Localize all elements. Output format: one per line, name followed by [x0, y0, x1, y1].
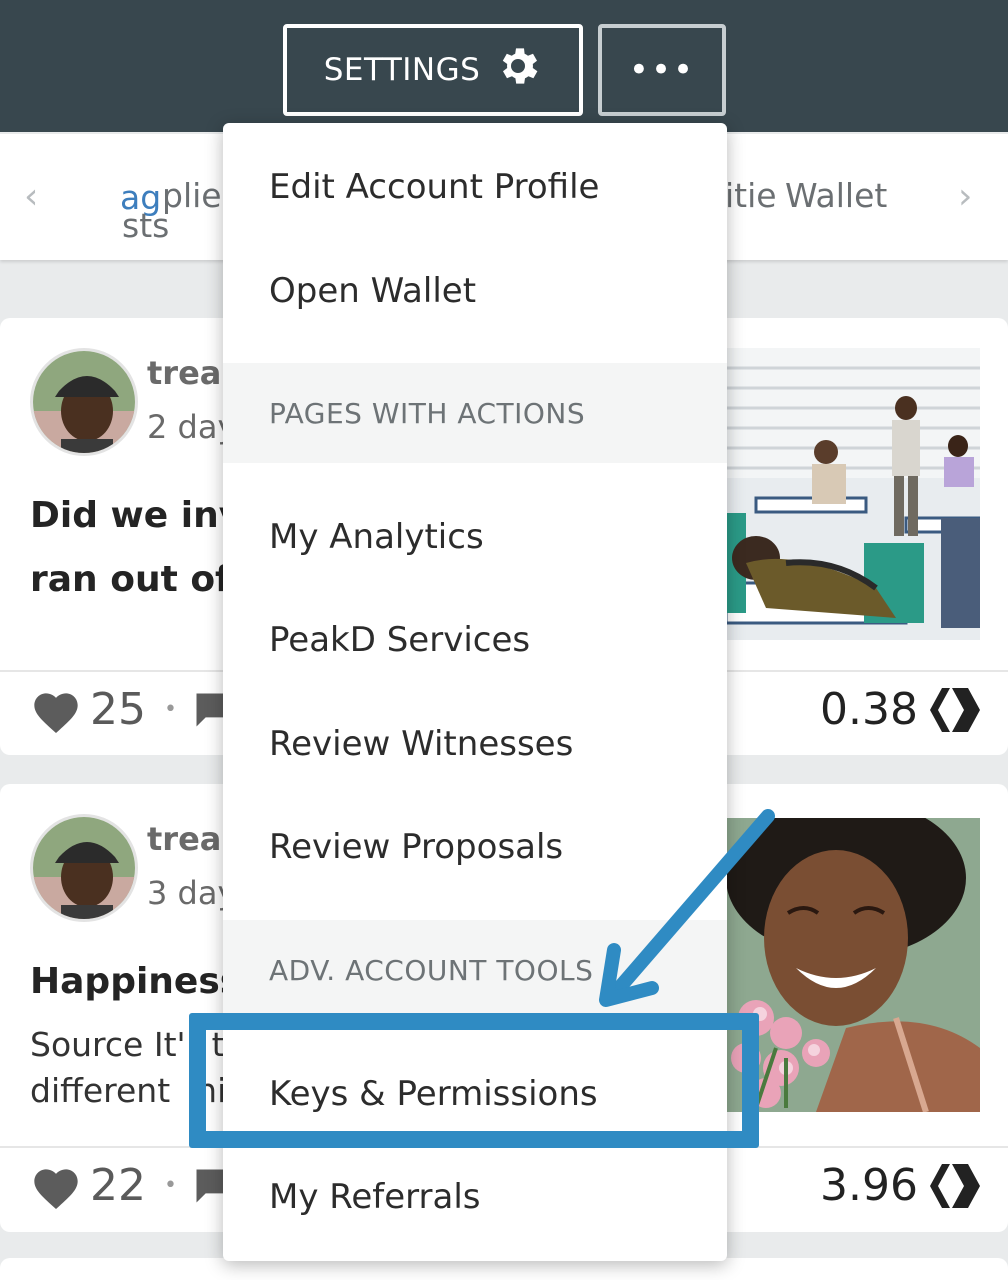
post-title-line: ran out of: [30, 559, 231, 600]
menu-item-peakd-services[interactable]: PeakD Services: [223, 590, 727, 690]
ellipsis-icon: •••: [628, 50, 696, 90]
menu-item-edit-account-profile[interactable]: Edit Account Profile: [223, 137, 727, 237]
separator-dot: •: [164, 697, 177, 722]
menu-item-open-wallet[interactable]: Open Wallet: [223, 241, 727, 341]
payout[interactable]: 0.38: [820, 684, 980, 735]
more-options-button[interactable]: •••: [598, 24, 726, 116]
tab-fragment[interactable]: itie: [725, 176, 777, 215]
post-thumbnail[interactable]: [726, 818, 980, 1112]
separator-dot: •: [164, 1173, 177, 1198]
top-bar: SETTINGS •••: [0, 0, 1008, 132]
vote-count: 22: [90, 1160, 146, 1211]
annotation-highlight-box: [189, 1013, 759, 1148]
heart-icon[interactable]: [30, 686, 82, 734]
settings-button[interactable]: SETTINGS: [283, 24, 583, 116]
avatar[interactable]: [30, 348, 138, 456]
settings-label: SETTINGS: [323, 52, 481, 88]
menu-item-my-analytics[interactable]: My Analytics: [223, 487, 727, 587]
tab-wallet[interactable]: Wallet: [785, 176, 887, 215]
chevron-right-icon[interactable]: ›: [958, 179, 972, 215]
tab-fragment[interactable]: sts: [122, 206, 169, 245]
vote-count: 25: [90, 684, 146, 735]
menu-item-review-proposals[interactable]: Review Proposals: [223, 797, 727, 897]
avatar[interactable]: [30, 814, 138, 922]
post-thumbnail[interactable]: [726, 348, 980, 640]
menu-item-review-witnesses[interactable]: Review Witnesses: [223, 694, 727, 794]
payout-value: 3.96: [820, 1160, 918, 1211]
tab-fragment[interactable]: plie: [162, 176, 222, 215]
heart-icon[interactable]: [30, 1162, 82, 1210]
section-header-adv-account-tools: ADV. ACCOUNT TOOLS: [223, 920, 727, 1020]
hive-logo-icon: [930, 1163, 980, 1208]
post-title[interactable]: Happiness: [30, 950, 241, 1014]
chevron-left-icon[interactable]: ‹: [24, 179, 38, 215]
section-header-pages-with-actions: PAGES WITH ACTIONS: [223, 363, 727, 463]
vote-summary[interactable]: 25 •: [30, 684, 235, 735]
post-card-next: [0, 1258, 1008, 1280]
gear-icon: [494, 42, 542, 98]
payout-value: 0.38: [820, 684, 918, 735]
menu-item-my-referrals[interactable]: My Referrals: [223, 1147, 727, 1247]
payout[interactable]: 3.96: [820, 1160, 980, 1211]
vote-summary[interactable]: 22 •: [30, 1160, 235, 1211]
post-title-line: Did we inv: [30, 495, 243, 536]
hive-logo-icon: [930, 687, 980, 732]
post-title[interactable]: Did we inv ran out of: [30, 484, 242, 612]
